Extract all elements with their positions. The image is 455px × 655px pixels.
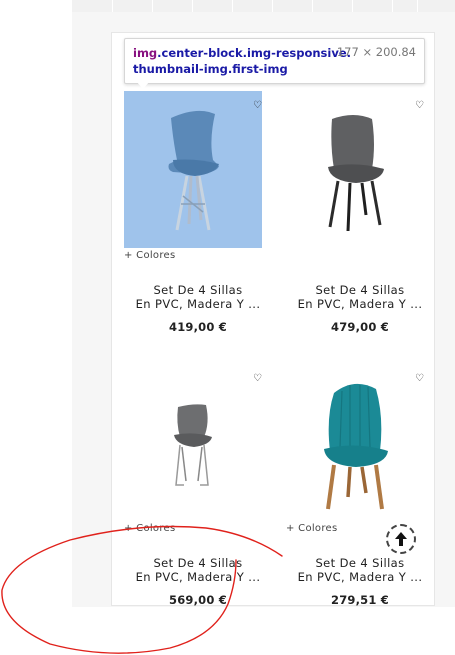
strip-divider xyxy=(152,0,153,12)
product-image[interactable] xyxy=(124,364,262,521)
product-title-line: En PVC, Madera Y ... xyxy=(135,297,261,311)
product-price: 279,51 € xyxy=(331,593,389,607)
product-title[interactable]: Set De 4 Sillas En PVC, Madera Y ... xyxy=(124,556,272,584)
scroll-to-top-button[interactable] xyxy=(386,524,416,554)
selector-classes: .center-block.img-responsive.thumbnail-i… xyxy=(133,46,352,76)
strip-divider xyxy=(312,0,313,12)
strip-divider xyxy=(352,0,353,12)
favorite-icon[interactable]: ♡ xyxy=(415,101,424,111)
product-image[interactable] xyxy=(286,91,424,248)
devtools-element-tooltip: img.center-block.img-responsive.thumbnai… xyxy=(124,38,425,84)
product-price: 479,00 € xyxy=(331,320,389,334)
product-title[interactable]: Set De 4 Sillas En PVC, Madera Y ... xyxy=(286,283,434,311)
tooltip-arrow xyxy=(136,81,150,89)
product-grid: ♡ + Colores Set De 4 Sillas En PVC, Made… xyxy=(111,32,435,607)
favorite-icon[interactable]: ♡ xyxy=(253,374,262,384)
strip-divider xyxy=(192,0,193,12)
element-selector: img.center-block.img-responsive.thumbnai… xyxy=(133,45,353,77)
strip-divider xyxy=(272,0,273,12)
arrow-up-icon xyxy=(395,532,407,546)
product-title-line: Set De 4 Sillas xyxy=(315,283,405,297)
product-title-line: Set De 4 Sillas xyxy=(315,556,405,570)
product-title-line: En PVC, Madera Y ... xyxy=(297,570,423,584)
product-price: 569,00 € xyxy=(169,593,227,607)
product-title-line: En PVC, Madera Y ... xyxy=(135,570,261,584)
favorite-icon[interactable]: ♡ xyxy=(253,101,262,111)
strip-divider xyxy=(112,0,113,12)
product-image[interactable] xyxy=(124,91,262,248)
colors-link[interactable]: + Colores xyxy=(124,250,176,261)
product-title[interactable]: Set De 4 Sillas En PVC, Madera Y ... xyxy=(124,283,272,311)
product-title-line: En PVC, Madera Y ... xyxy=(297,297,423,311)
favorite-icon[interactable]: ♡ xyxy=(415,374,424,384)
strip-divider xyxy=(232,0,233,12)
strip-divider xyxy=(417,0,418,12)
product-title-line: Set De 4 Sillas xyxy=(153,283,243,297)
grey-metal-chair-icon xyxy=(174,403,212,486)
product-title[interactable]: Set De 4 Sillas En PVC, Madera Y ... xyxy=(286,556,434,584)
colors-link[interactable]: + Colores xyxy=(286,523,338,534)
colors-link[interactable]: + Colores xyxy=(124,523,176,534)
element-dimensions: 177 × 200.84 xyxy=(336,45,416,59)
grey-upholstered-chair-icon xyxy=(328,114,384,231)
teal-velvet-chair-icon xyxy=(324,383,388,509)
product-image[interactable] xyxy=(286,364,424,521)
strip-divider xyxy=(392,0,393,12)
selector-tag: img xyxy=(133,46,158,60)
product-title-line: Set De 4 Sillas xyxy=(153,556,243,570)
product-price: 419,00 € xyxy=(169,320,227,334)
blue-chair-icon xyxy=(168,110,219,230)
